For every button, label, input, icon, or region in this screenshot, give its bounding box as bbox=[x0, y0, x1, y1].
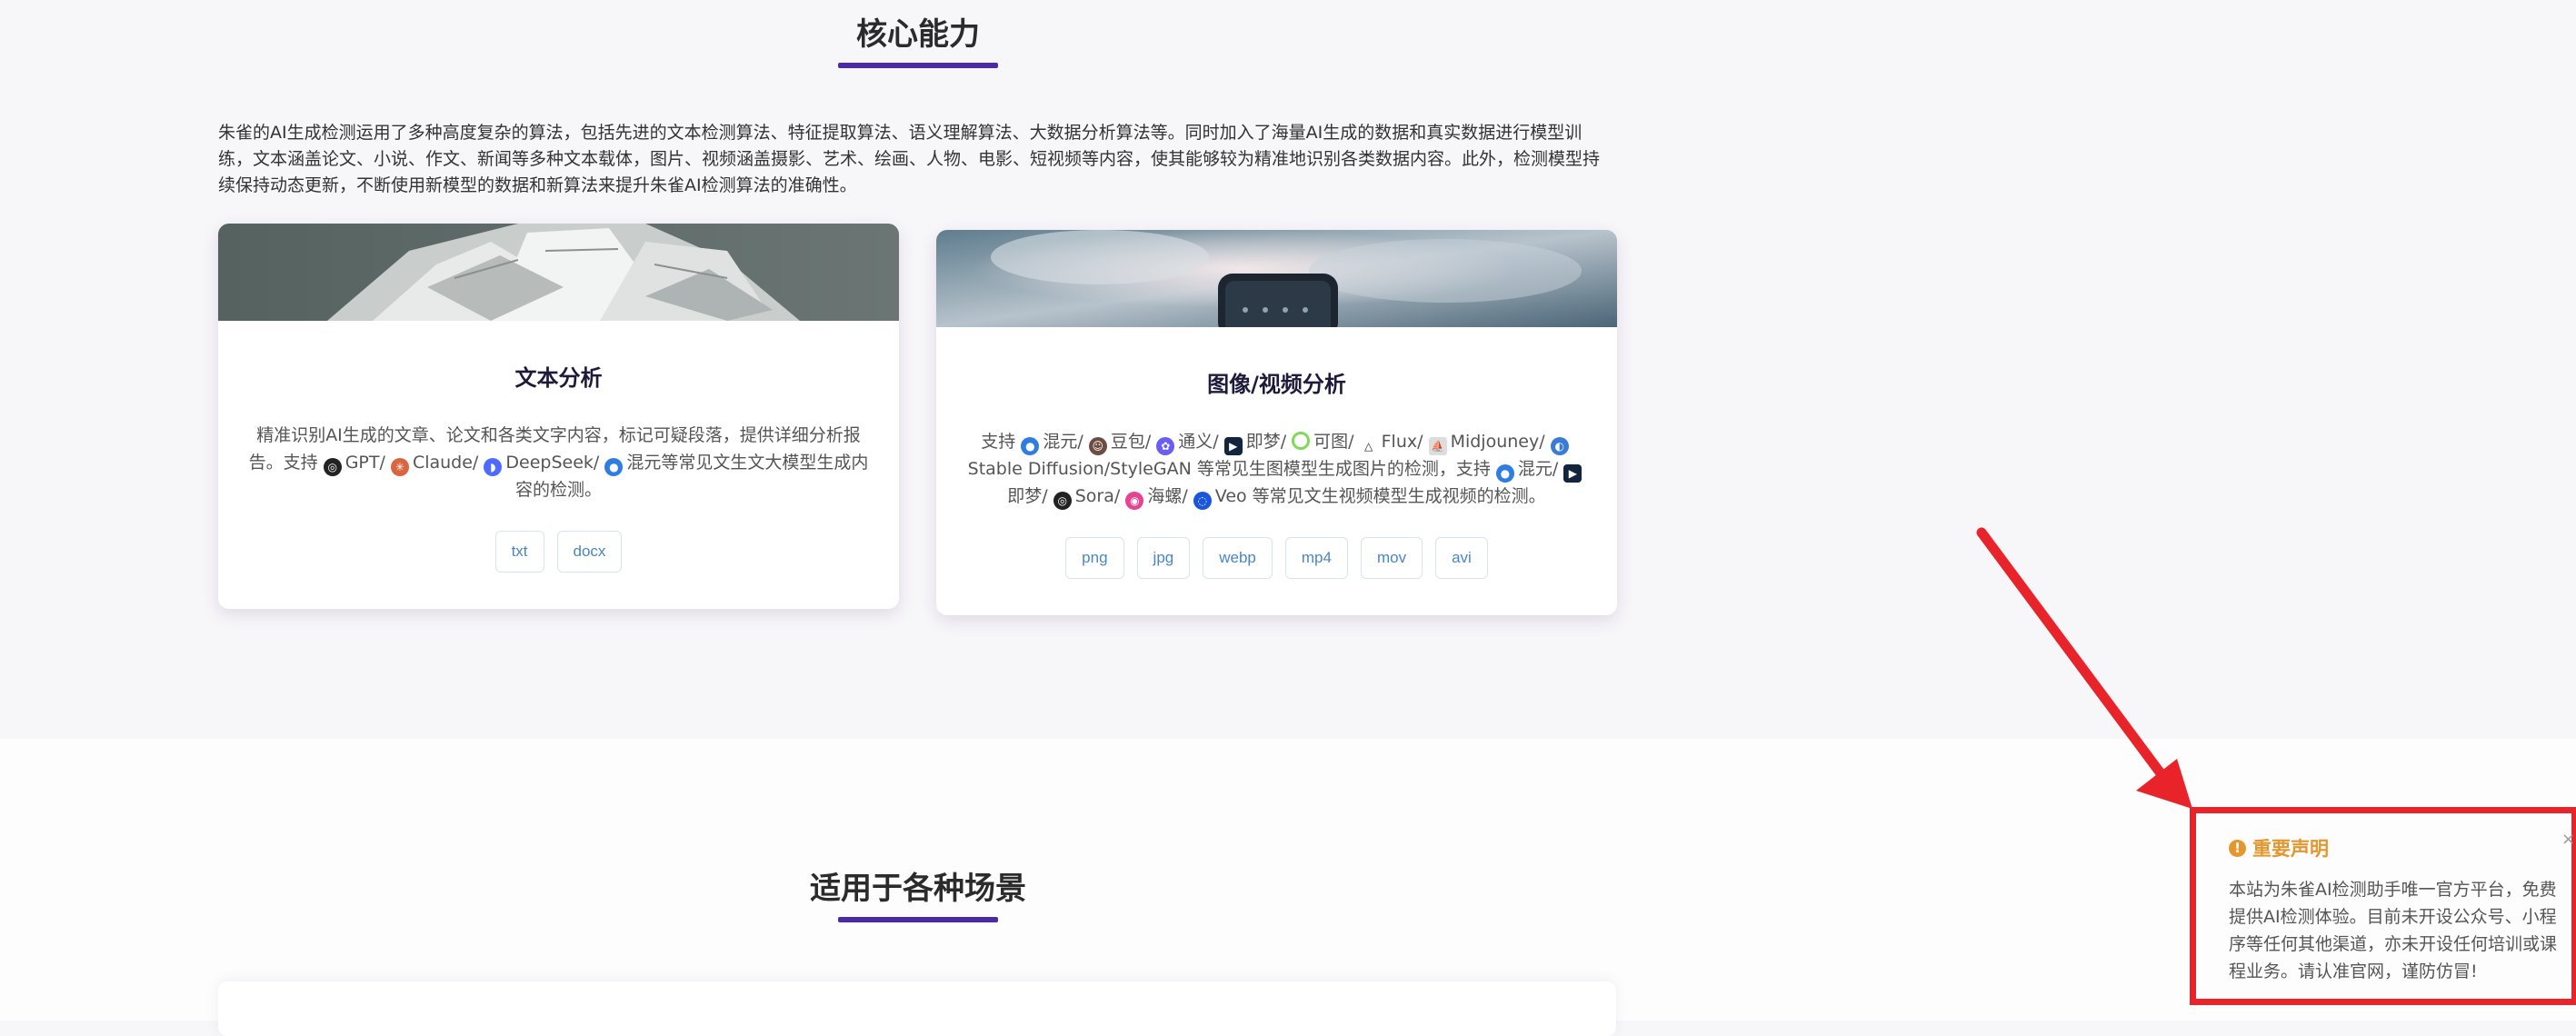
warning-icon: ! bbox=[2229, 839, 2246, 857]
notice-header: ! 重要声明 bbox=[2229, 834, 2576, 862]
close-icon[interactable]: × bbox=[2561, 830, 2575, 849]
notice-title: 重要声明 bbox=[2252, 838, 2329, 860]
important-notice: ! 重要声明 本站为朱雀AI检测助手唯一官方平台，免费提供AI检测体验。目前未开… bbox=[2229, 818, 2576, 985]
notice-body: 本站为朱雀AI检测助手唯一官方平台，免费提供AI检测体验。目前未开设公众号、小程… bbox=[2229, 880, 2558, 981]
